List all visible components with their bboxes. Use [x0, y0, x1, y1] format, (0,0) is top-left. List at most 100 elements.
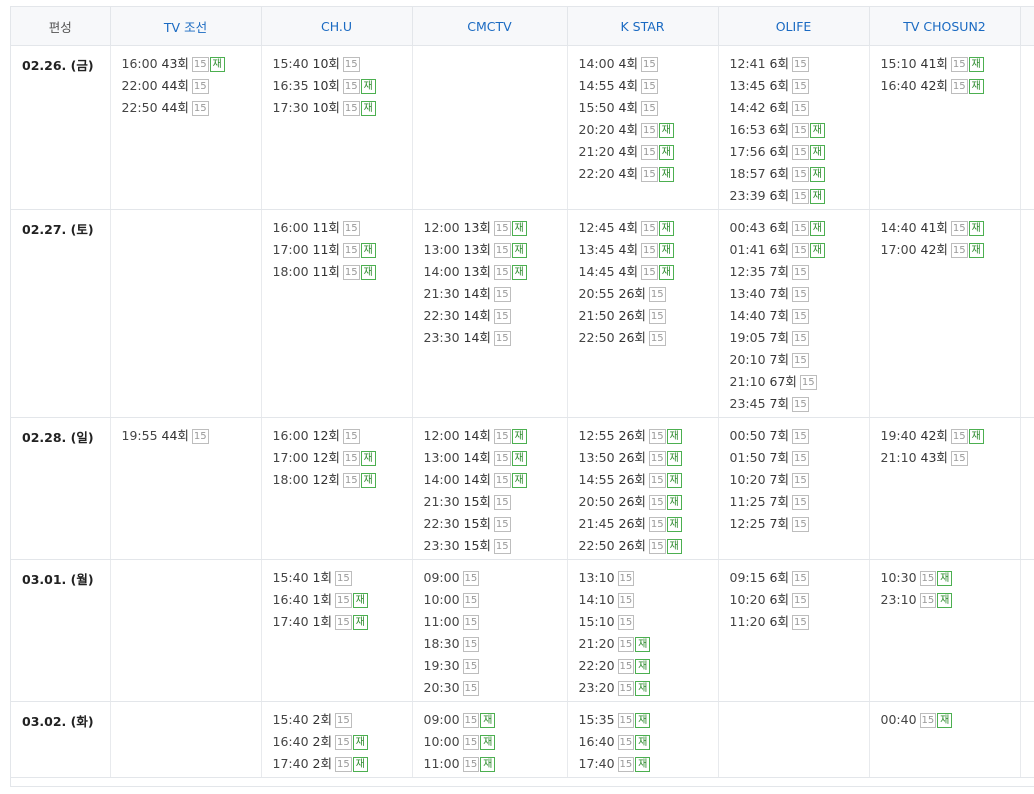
broadcast-entry[interactable]: 15:35 15 재 [579, 711, 718, 733]
broadcast-entry[interactable]: 16:40 2회 15 재 [273, 733, 412, 755]
broadcast-entry[interactable]: 00:40 15 재 [881, 711, 1020, 733]
broadcast-entry[interactable]: 13:45 6회 15 [730, 77, 869, 99]
broadcast-entry[interactable]: 20:55 26회 15 [579, 285, 718, 307]
broadcast-entry[interactable]: 01:50 7회 15 [730, 449, 869, 471]
broadcast-entry[interactable]: 00:50 7회 15 [730, 427, 869, 449]
broadcast-entry[interactable]: 14:00 13회 15 재 [424, 263, 567, 285]
broadcast-entry[interactable]: 17:40 15 재 [579, 755, 718, 777]
broadcast-entry[interactable]: 11:20 6회 15 [730, 613, 869, 635]
broadcast-entry[interactable]: 20:10 7회 15 [730, 351, 869, 373]
broadcast-entry[interactable]: 18:00 11회 15 재 [273, 263, 412, 285]
broadcast-entry[interactable]: 17:00 12회 15 재 [273, 449, 412, 471]
broadcast-entry[interactable]: 01:41 6회 15 재 [730, 241, 869, 263]
broadcast-entry[interactable]: 23:39 6회 15 재 [730, 187, 869, 209]
broadcast-entry[interactable]: 16:00 43회 15 재 [122, 55, 261, 77]
broadcast-entry[interactable]: 13:40 7회 15 [730, 285, 869, 307]
broadcast-entry[interactable]: 11:00 15 재 [424, 755, 567, 777]
broadcast-entry[interactable]: 18:57 6회 15 재 [730, 165, 869, 187]
broadcast-entry[interactable]: 18:00 12회 15 재 [273, 471, 412, 493]
broadcast-entry[interactable]: 13:00 13회 15 재 [424, 241, 567, 263]
channel-header[interactable]: OLIFE [718, 6, 870, 46]
channel-header[interactable]: CH.U [261, 6, 413, 46]
broadcast-entry[interactable]: 14:45 4회 15 재 [579, 263, 718, 285]
broadcast-entry[interactable]: 14:10 15 [579, 591, 718, 613]
broadcast-entry[interactable]: 19:40 42회 15 재 [881, 427, 1020, 449]
broadcast-entry[interactable]: 15:10 41회 15 재 [881, 55, 1020, 77]
broadcast-entry[interactable]: 17:40 1회 15 재 [273, 613, 412, 635]
broadcast-entry[interactable]: 16:40 1회 15 재 [273, 591, 412, 613]
broadcast-entry[interactable]: 23:30 15회 15 [424, 537, 567, 559]
broadcast-entry[interactable]: 12:00 13회 15 재 [424, 219, 567, 241]
broadcast-entry[interactable]: 22:20 15 재 [579, 657, 718, 679]
broadcast-entry[interactable]: 14:40 7회 15 [730, 307, 869, 329]
broadcast-entry[interactable]: 18:30 15 [424, 635, 567, 657]
broadcast-entry[interactable]: 14:55 26회 15 재 [579, 471, 718, 493]
broadcast-entry[interactable]: 21:30 15회 15 [424, 493, 567, 515]
broadcast-entry[interactable]: 09:00 15 재 [424, 711, 567, 733]
broadcast-entry[interactable]: 17:30 10회 15 재 [273, 99, 412, 121]
broadcast-entry[interactable]: 16:40 42회 15 재 [881, 77, 1020, 99]
broadcast-entry[interactable]: 23:30 14회 15 [424, 329, 567, 351]
broadcast-entry[interactable]: 11:00 15 [424, 613, 567, 635]
broadcast-entry[interactable]: 14:00 14회 15 재 [424, 471, 567, 493]
broadcast-entry[interactable]: 17:00 42회 15 재 [881, 241, 1020, 263]
broadcast-entry[interactable]: 21:10 43회 15 [881, 449, 1020, 471]
broadcast-entry[interactable]: 17:40 2회 15 재 [273, 755, 412, 777]
broadcast-entry[interactable]: 20:50 26회 15 재 [579, 493, 718, 515]
broadcast-entry[interactable]: 22:50 26회 15 [579, 329, 718, 351]
broadcast-entry[interactable]: 21:20 15 재 [579, 635, 718, 657]
broadcast-entry[interactable]: 21:10 67회 15 [730, 373, 869, 395]
broadcast-entry[interactable]: 13:10 15 [579, 569, 718, 591]
broadcast-entry[interactable]: 14:00 4회 15 [579, 55, 718, 77]
broadcast-entry[interactable]: 16:40 15 재 [579, 733, 718, 755]
broadcast-entry[interactable]: 23:10 15 재 [881, 591, 1020, 613]
broadcast-entry[interactable]: 12:45 4회 15 재 [579, 219, 718, 241]
broadcast-entry[interactable]: 12:41 6회 15 [730, 55, 869, 77]
broadcast-entry[interactable]: 22:30 14회 15 [424, 307, 567, 329]
broadcast-entry[interactable]: 22:20 4회 15 재 [579, 165, 718, 187]
broadcast-entry[interactable]: 15:40 10회 15 [273, 55, 412, 77]
broadcast-entry[interactable]: 21:30 14회 15 [424, 285, 567, 307]
channel-header[interactable]: TV 조선 [110, 6, 262, 46]
broadcast-entry[interactable]: 14:42 6회 15 [730, 99, 869, 121]
broadcast-entry[interactable]: 00:43 6회 15 재 [730, 219, 869, 241]
broadcast-entry[interactable]: 23:45 7회 15 [730, 395, 869, 417]
broadcast-entry[interactable]: 12:00 14회 15 재 [424, 427, 567, 449]
broadcast-entry[interactable]: 22:50 44회 15 [122, 99, 261, 121]
broadcast-entry[interactable]: 09:15 6회 15 [730, 569, 869, 591]
broadcast-entry[interactable]: 20:20 4회 15 재 [579, 121, 718, 143]
channel-header[interactable]: K STAR [567, 6, 719, 46]
broadcast-entry[interactable]: 16:00 11회 15 [273, 219, 412, 241]
broadcast-entry[interactable]: 13:45 4회 15 재 [579, 241, 718, 263]
broadcast-entry[interactable]: 16:53 6회 15 재 [730, 121, 869, 143]
broadcast-entry[interactable]: 17:56 6회 15 재 [730, 143, 869, 165]
broadcast-entry[interactable]: 21:20 4회 15 재 [579, 143, 718, 165]
broadcast-entry[interactable]: 10:00 15 [424, 591, 567, 613]
broadcast-entry[interactable]: 10:20 6회 15 [730, 591, 869, 613]
broadcast-entry[interactable]: 20:30 15 [424, 679, 567, 701]
broadcast-entry[interactable]: 14:55 4회 15 [579, 77, 718, 99]
broadcast-entry[interactable]: 21:45 26회 15 재 [579, 515, 718, 537]
broadcast-entry[interactable]: 22:50 26회 15 재 [579, 537, 718, 559]
broadcast-entry[interactable]: 17:00 11회 15 재 [273, 241, 412, 263]
broadcast-entry[interactable]: 19:55 44회 15 [122, 427, 261, 449]
broadcast-entry[interactable]: 15:50 4회 15 [579, 99, 718, 121]
broadcast-entry[interactable]: 15:40 2회 15 [273, 711, 412, 733]
broadcast-entry[interactable]: 12:55 26회 15 재 [579, 427, 718, 449]
channel-header[interactable]: CMCTV [412, 6, 568, 46]
broadcast-entry[interactable]: 22:00 44회 15 [122, 77, 261, 99]
broadcast-entry[interactable]: 11:25 7회 15 [730, 493, 869, 515]
broadcast-entry[interactable]: 19:30 15 [424, 657, 567, 679]
broadcast-entry[interactable]: 19:05 7회 15 [730, 329, 869, 351]
broadcast-entry[interactable]: 10:20 7회 15 [730, 471, 869, 493]
broadcast-entry[interactable]: 16:35 10회 15 재 [273, 77, 412, 99]
broadcast-entry[interactable]: 16:00 12회 15 [273, 427, 412, 449]
broadcast-entry[interactable]: 22:30 15회 15 [424, 515, 567, 537]
broadcast-entry[interactable]: 13:50 26회 15 재 [579, 449, 718, 471]
broadcast-entry[interactable]: 14:40 41회 15 재 [881, 219, 1020, 241]
channel-header[interactable]: TV CHOSUN2 [869, 6, 1021, 46]
broadcast-entry[interactable]: 21:50 26회 15 [579, 307, 718, 329]
broadcast-entry[interactable]: 15:10 15 [579, 613, 718, 635]
broadcast-entry[interactable]: 09:00 15 [424, 569, 567, 591]
broadcast-entry[interactable]: 12:35 7회 15 [730, 263, 869, 285]
